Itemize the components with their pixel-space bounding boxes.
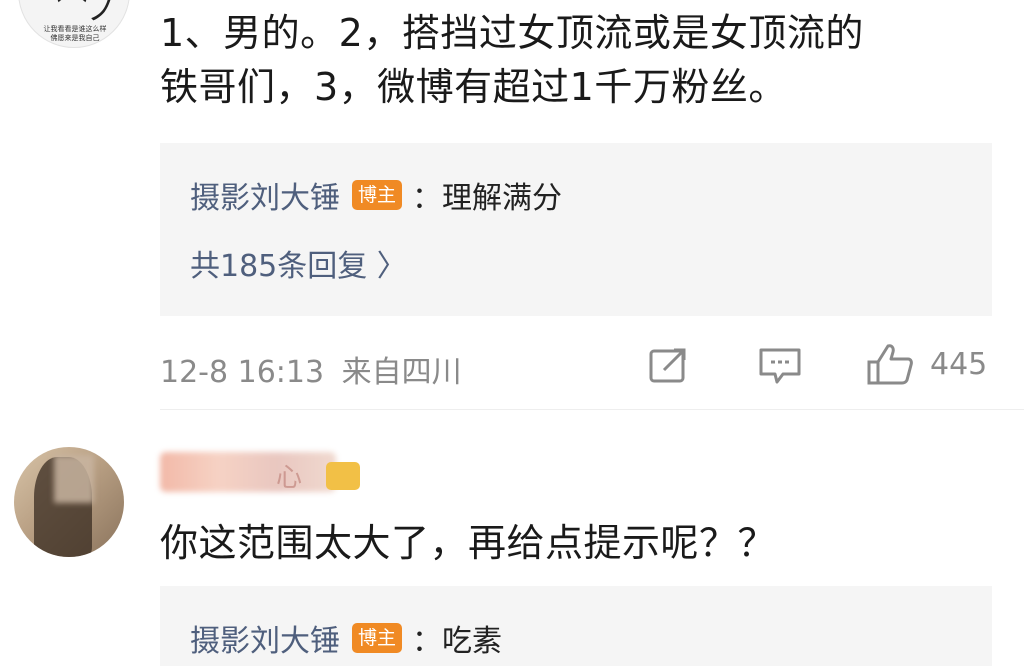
blogger-badge: 博主 — [352, 180, 403, 210]
avatar-caption-1: 让我看看是谁这么样 — [43, 25, 107, 33]
username-blurred[interactable] — [160, 452, 336, 492]
username-fragment: 心 — [276, 463, 303, 493]
share-icon[interactable] — [648, 346, 690, 386]
comment-location: 来自四川 — [341, 355, 462, 390]
comment-meta: 12-8 16:13 来自四川 — [160, 347, 462, 391]
comment-text-line-2: 铁哥们，3，微博有超过1千万粉丝。 — [160, 65, 787, 109]
comment-timestamp: 12-8 16:13 — [160, 355, 325, 390]
comment-text: 1、男的。2，搭挡过女顶流或是女顶流的 铁哥们，3，微博有超过1千万粉丝。 — [160, 6, 864, 114]
view-all-replies-link[interactable]: 共185条回复 〉 — [190, 241, 407, 285]
reply-preview-box-2[interactable]: 摄影刘大锤 博主 ：吃素 — [160, 586, 992, 666]
vip-badge-icon — [326, 462, 360, 490]
commenter-avatar-2[interactable] — [14, 447, 124, 557]
like-count: 445 — [930, 347, 988, 382]
reply-preview-box[interactable]: 摄影刘大锤 博主 ：理解满分 共185条回复 〉 — [160, 143, 992, 316]
reply-line-2: 摄影刘大锤 博主 ：吃素 — [190, 616, 502, 660]
blogger-badge-2: 博主 — [352, 623, 403, 653]
comment-text-2: 你这范围太大了，再给点提示呢？？ — [160, 521, 777, 565]
avatar-caption-2: 佛愿来是我自己 — [50, 34, 100, 42]
comment-divider — [160, 409, 1024, 410]
reply-author-link-2[interactable]: 摄影刘大锤 — [190, 616, 340, 660]
reply-line: 摄影刘大锤 博主 ：理解满分 — [190, 173, 562, 217]
commenter-avatar[interactable]: ⌒ノ 让我看看是谁这么样 佛愿来是我自己 — [18, 0, 130, 48]
reply-author-link[interactable]: 摄影刘大锤 — [190, 173, 340, 217]
reply-content-2: ：吃素 — [412, 624, 503, 659]
like-icon[interactable] — [866, 342, 914, 386]
comment-icon[interactable] — [757, 346, 803, 386]
comment-text-line-1: 1、男的。2，搭挡过女顶流或是女顶流的 — [160, 11, 864, 55]
avatar-mosaic — [54, 455, 94, 503]
reply-content: ：理解满分 — [412, 181, 563, 216]
